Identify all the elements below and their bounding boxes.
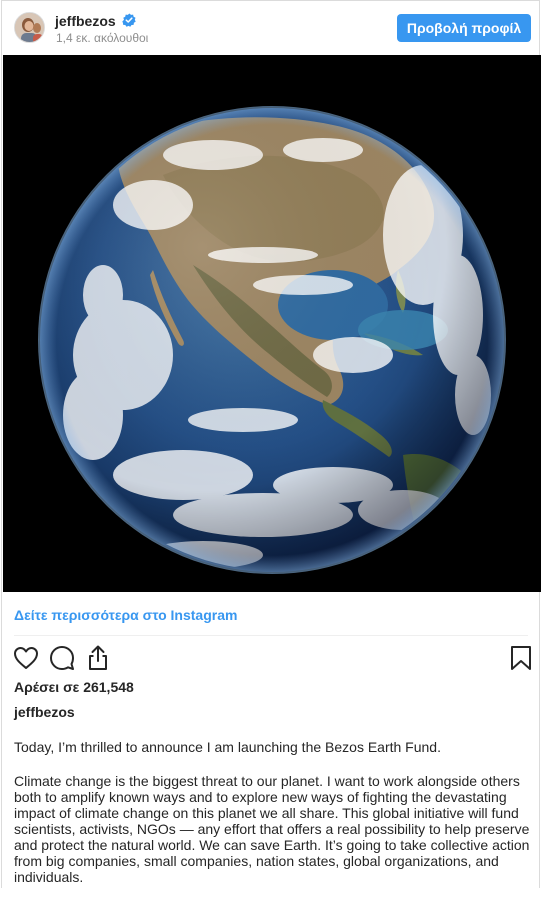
username[interactable]: jeffbezos xyxy=(55,13,116,29)
divider xyxy=(14,635,528,636)
view-profile-button[interactable]: Προβολή προφίλ xyxy=(397,14,531,42)
caption-paragraph-1: Today, I’m thrilled to announce I am lau… xyxy=(14,739,441,755)
bookmark-icon[interactable] xyxy=(507,644,535,672)
avatar[interactable] xyxy=(14,12,45,43)
instagram-embed-card: jeffbezos 1,4 εκ. ακόλουθοι Προβολή προφ… xyxy=(1,0,541,888)
caption-username[interactable]: jeffbezos xyxy=(14,704,75,720)
likes-count[interactable]: Αρέσει σε 261,548 xyxy=(14,679,134,695)
verified-badge-icon xyxy=(122,13,136,27)
caption-paragraph-2: Climate change is the biggest threat to … xyxy=(14,773,530,885)
comment-icon[interactable] xyxy=(48,644,76,672)
heart-icon[interactable] xyxy=(12,644,40,672)
post-photo[interactable] xyxy=(3,55,541,592)
share-icon[interactable] xyxy=(84,644,112,672)
post-header: jeffbezos 1,4 εκ. ακόλουθοι Προβολή προφ… xyxy=(2,1,539,55)
followers-count: 1,4 εκ. ακόλουθοι xyxy=(56,31,149,45)
avatar-image xyxy=(15,13,44,42)
post-caption: Today, I’m thrilled to announce I am lau… xyxy=(14,739,530,903)
earth-image xyxy=(3,55,541,592)
see-more-on-instagram-link[interactable]: Δείτε περισσότερα στο Instagram xyxy=(14,607,237,623)
